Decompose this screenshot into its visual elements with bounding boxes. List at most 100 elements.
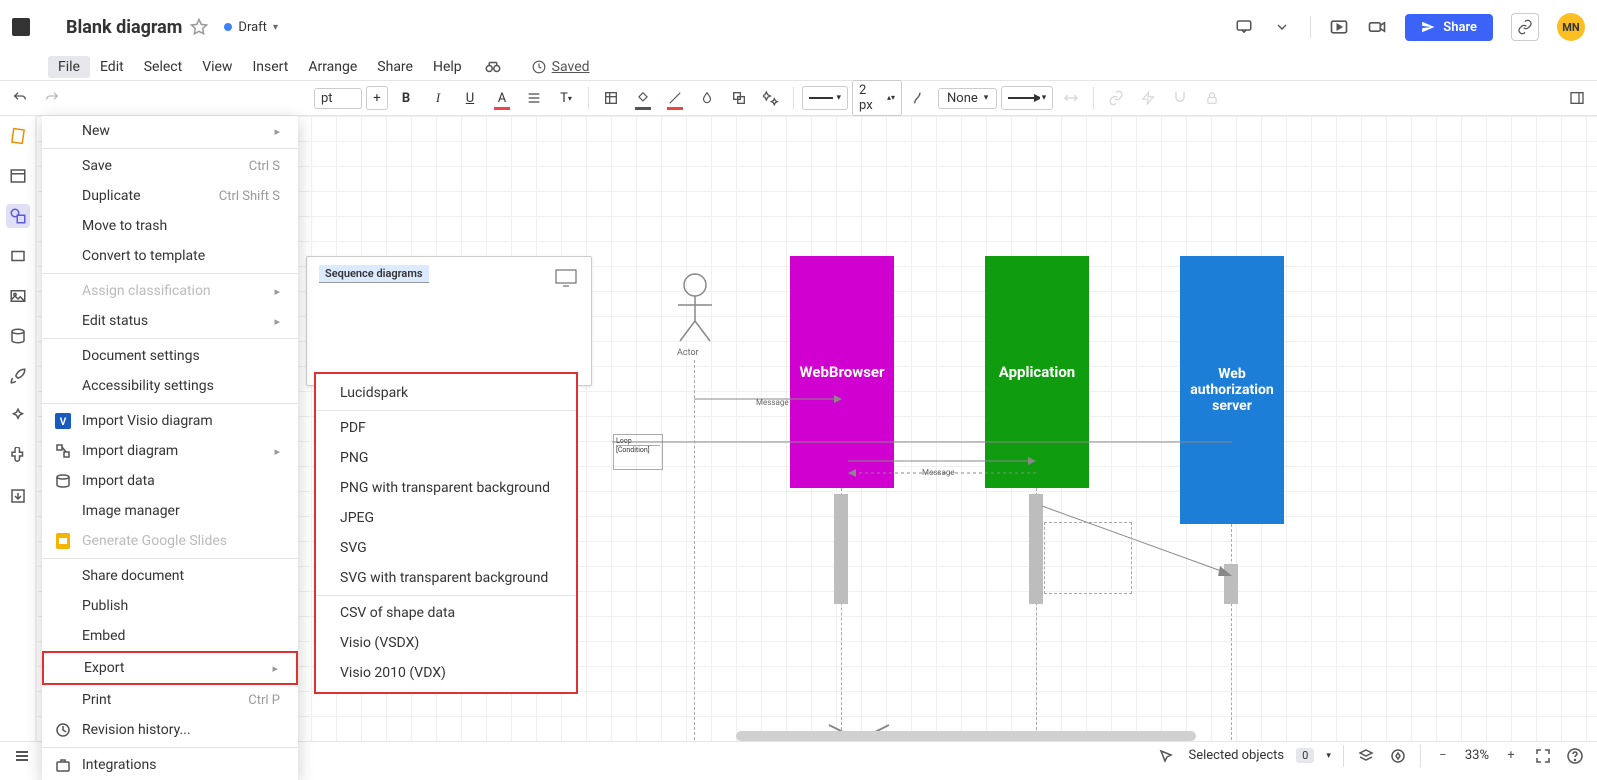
- export-vsdx[interactable]: Visio (VSDX): [316, 628, 576, 658]
- text-style-button[interactable]: T▾: [552, 84, 580, 112]
- rail-ai[interactable]: [6, 404, 30, 428]
- export-jpeg[interactable]: JPEG: [316, 503, 576, 533]
- star-icon[interactable]: [190, 18, 208, 36]
- menu-save[interactable]: SaveCtrl S: [42, 151, 298, 181]
- share-button[interactable]: Share: [1405, 14, 1493, 41]
- rail-shapes[interactable]: [6, 204, 30, 228]
- cursor-icon[interactable]: [1156, 746, 1176, 766]
- menu-convert[interactable]: Convert to template: [42, 241, 298, 271]
- swap-ends-button[interactable]: [1057, 84, 1085, 112]
- menu-select[interactable]: Select: [134, 56, 192, 78]
- magnet-button[interactable]: [1166, 84, 1194, 112]
- rail-container[interactable]: [6, 164, 30, 188]
- outline-icon[interactable]: [12, 746, 32, 766]
- bold-button[interactable]: B: [392, 84, 420, 112]
- draft-status[interactable]: Draft ▾: [224, 20, 278, 35]
- menu-import-data[interactable]: Import data: [42, 466, 298, 496]
- actor-shape[interactable]: [650, 271, 740, 351]
- export-csv[interactable]: CSV of shape data: [316, 598, 576, 628]
- block-web-auth[interactable]: Web authorization server: [1180, 256, 1284, 524]
- help-button[interactable]: [1565, 746, 1585, 766]
- menu-image-manager[interactable]: Image manager: [42, 496, 298, 526]
- lock-button[interactable]: [1198, 84, 1226, 112]
- search-icon[interactable]: [484, 58, 502, 76]
- export-lucidspark[interactable]: Lucidspark: [316, 378, 576, 408]
- action-button[interactable]: [1134, 84, 1162, 112]
- font-size-increase[interactable]: +: [366, 86, 388, 110]
- rail-plugin[interactable]: [6, 444, 30, 468]
- rail-rectangle[interactable]: [6, 244, 30, 268]
- fill-button[interactable]: [597, 84, 625, 112]
- play-icon[interactable]: [1329, 17, 1349, 37]
- fullscreen-button[interactable]: [1533, 746, 1553, 766]
- menu-arrange[interactable]: Arrange: [298, 56, 367, 78]
- border-color-button[interactable]: [661, 84, 689, 112]
- line-end-select[interactable]: ▾: [1001, 86, 1053, 110]
- menu-new[interactable]: New▸: [42, 116, 298, 146]
- rail-data[interactable]: [6, 324, 30, 348]
- line-path-button[interactable]: [906, 84, 934, 112]
- menu-doc-settings[interactable]: Document settings: [42, 341, 298, 371]
- export-png-transparent[interactable]: PNG with transparent background: [316, 473, 576, 503]
- opacity-button[interactable]: [693, 84, 721, 112]
- user-avatar[interactable]: MN: [1557, 13, 1585, 41]
- selected-objects-label[interactable]: Selected objects: [1188, 748, 1284, 763]
- comment-icon[interactable]: [1234, 17, 1254, 37]
- chevron-down-icon[interactable]: [1272, 17, 1292, 37]
- zoom-out-button[interactable]: −: [1433, 746, 1453, 766]
- template-card[interactable]: Sequence diagrams: [306, 256, 592, 386]
- horizontal-scrollbar[interactable]: [736, 731, 1196, 741]
- line-style-select[interactable]: ▾: [802, 86, 848, 110]
- menu-embed[interactable]: Embed: [42, 621, 298, 651]
- export-vdx[interactable]: Visio 2010 (VDX): [316, 658, 576, 688]
- undo-button[interactable]: [6, 84, 34, 112]
- menu-share[interactable]: Share: [367, 56, 423, 78]
- text-color-button[interactable]: A: [488, 84, 516, 112]
- activation-webbrowser[interactable]: [834, 494, 848, 604]
- app-logo[interactable]: [12, 18, 30, 36]
- redo-button[interactable]: [38, 84, 66, 112]
- italic-button[interactable]: I: [424, 84, 452, 112]
- pen-icon[interactable]: [1388, 746, 1408, 766]
- zoom-in-button[interactable]: +: [1501, 746, 1521, 766]
- font-size-input[interactable]: pt: [314, 88, 362, 109]
- line-width-input[interactable]: 2 px▴▾: [852, 80, 902, 116]
- copy-link-button[interactable]: [1511, 13, 1539, 41]
- rail-cursor[interactable]: [6, 124, 30, 148]
- align-button[interactable]: [520, 84, 548, 112]
- menu-publish[interactable]: Publish: [42, 591, 298, 621]
- layers-stack-icon[interactable]: [1356, 746, 1376, 766]
- export-pdf[interactable]: PDF: [316, 413, 576, 443]
- rail-import[interactable]: [6, 484, 30, 508]
- rail-rocket[interactable]: [6, 364, 30, 388]
- document-title[interactable]: Blank diagram: [66, 17, 182, 38]
- menu-help[interactable]: Help: [423, 56, 472, 78]
- menu-share-doc[interactable]: Share document: [42, 561, 298, 591]
- video-icon[interactable]: [1367, 17, 1387, 37]
- menu-view[interactable]: View: [192, 56, 242, 78]
- export-svg-transparent[interactable]: SVG with transparent background: [316, 563, 576, 593]
- saved-indicator[interactable]: Saved: [532, 59, 590, 75]
- menu-import-visio[interactable]: V Import Visio diagram: [42, 406, 298, 436]
- panel-toggle-button[interactable]: [1563, 84, 1591, 112]
- shape-style-button[interactable]: [725, 84, 753, 112]
- menu-export[interactable]: Export▸: [42, 651, 298, 685]
- fill-color-button[interactable]: [629, 84, 657, 112]
- menu-revision[interactable]: Revision history...: [42, 715, 298, 745]
- menu-file[interactable]: File: [48, 56, 90, 78]
- menu-print[interactable]: PrintCtrl P: [42, 685, 298, 715]
- zoom-level[interactable]: 33%: [1465, 748, 1489, 763]
- link-button[interactable]: [1102, 84, 1130, 112]
- menu-edit-status[interactable]: Edit status▸: [42, 306, 298, 336]
- activation-application[interactable]: [1029, 494, 1043, 604]
- menu-insert[interactable]: Insert: [242, 56, 298, 78]
- magic-button[interactable]: [757, 84, 785, 112]
- menu-edit[interactable]: Edit: [90, 56, 134, 78]
- export-svg[interactable]: SVG: [316, 533, 576, 563]
- menu-a11y[interactable]: Accessibility settings: [42, 371, 298, 401]
- line-start-select[interactable]: None▾: [938, 88, 997, 109]
- export-png[interactable]: PNG: [316, 443, 576, 473]
- rail-image[interactable]: [6, 284, 30, 308]
- menu-integrations[interactable]: Integrations: [42, 750, 298, 780]
- underline-button[interactable]: U: [456, 84, 484, 112]
